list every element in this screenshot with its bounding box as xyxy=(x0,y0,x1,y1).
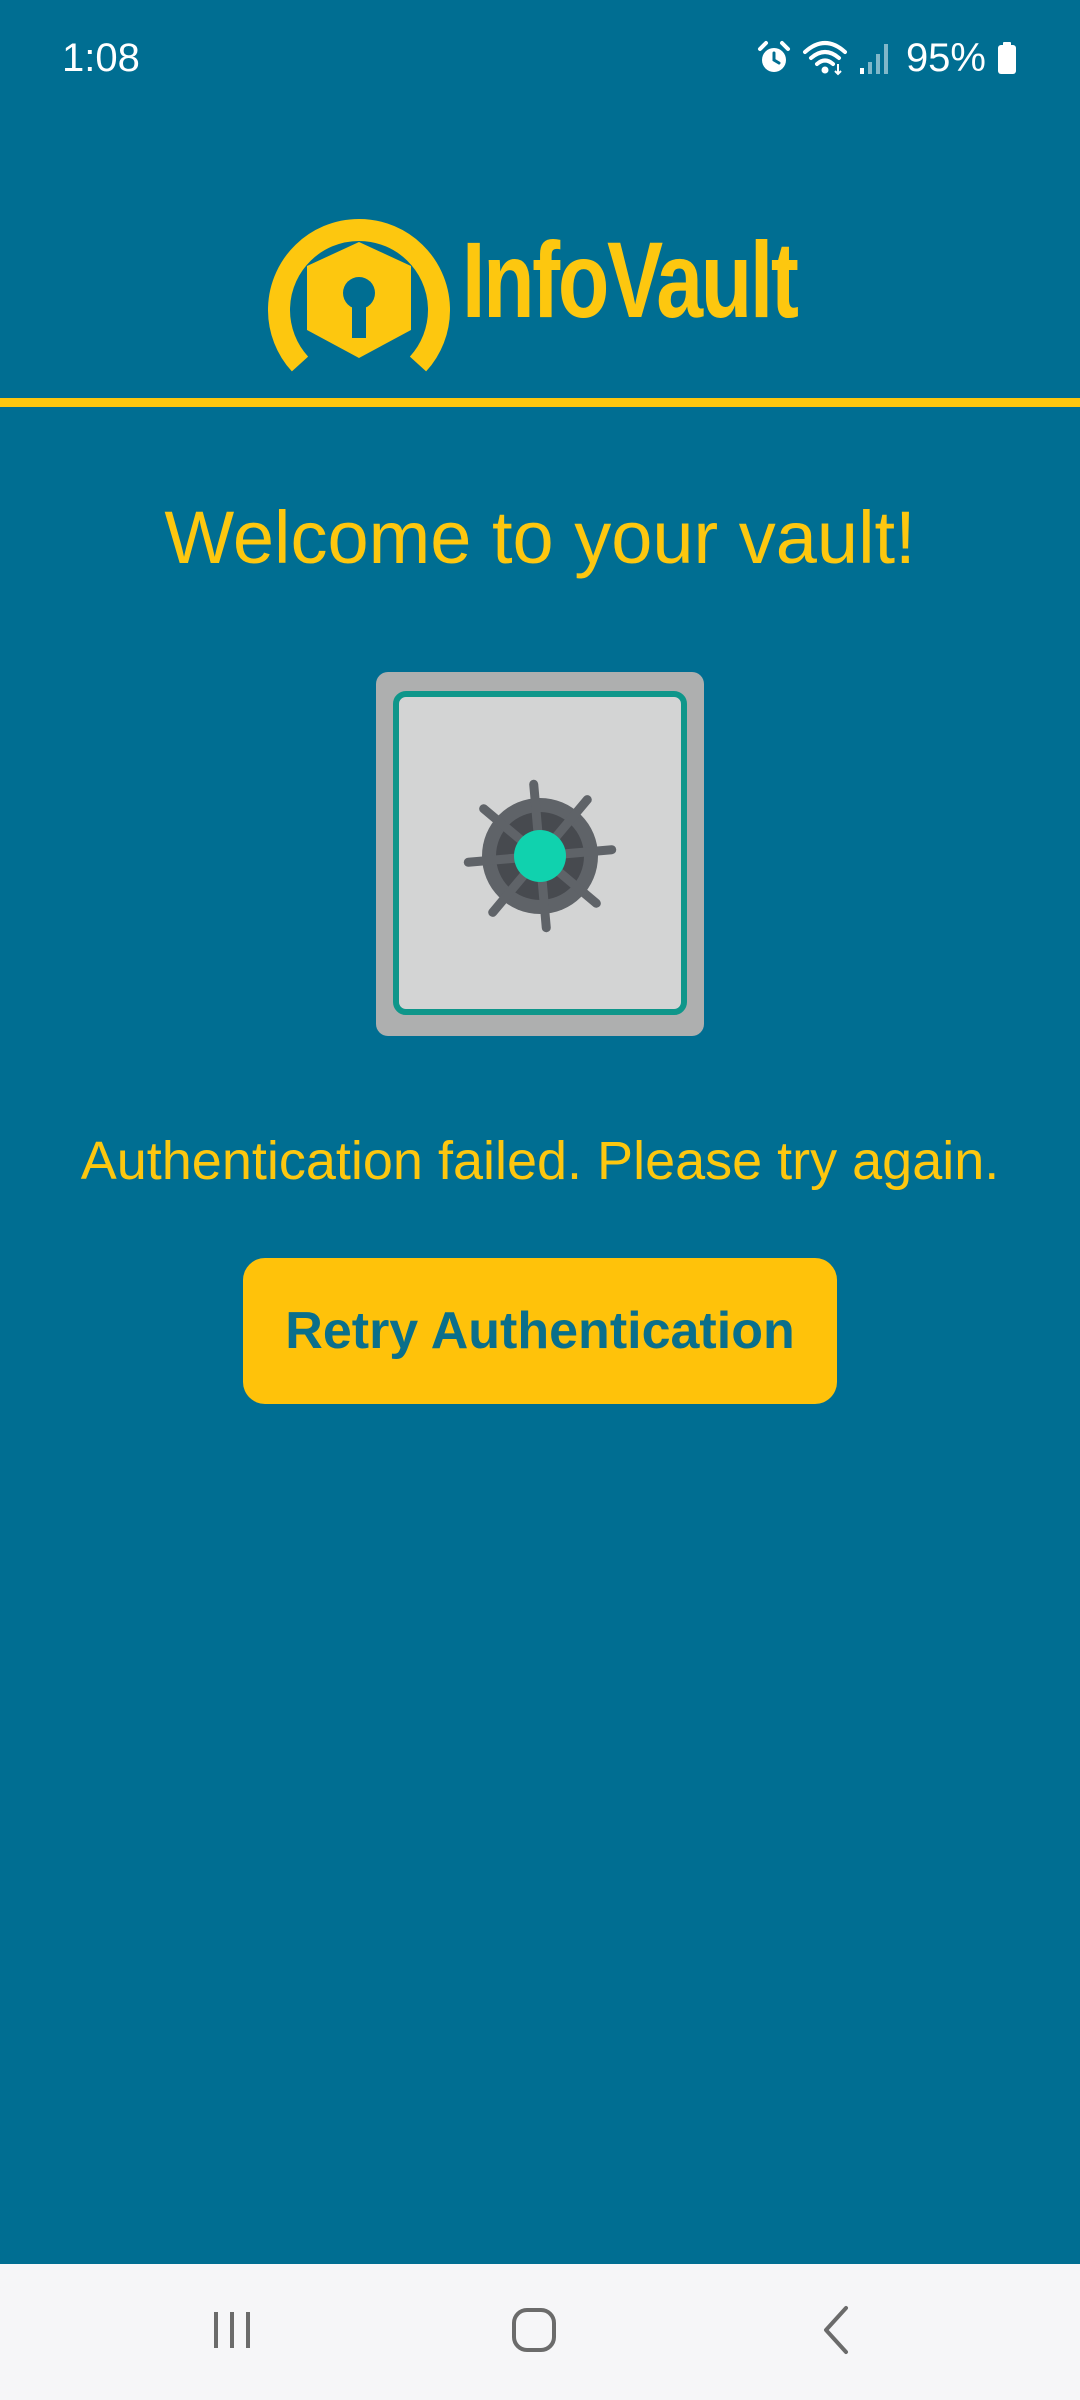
battery-percent: 95% xyxy=(905,36,986,80)
recents-button[interactable] xyxy=(172,2286,292,2378)
recents-icon xyxy=(208,2308,256,2357)
home-icon xyxy=(510,2306,558,2359)
home-button[interactable] xyxy=(474,2286,594,2378)
status-time: 1:08 xyxy=(62,36,140,80)
welcome-title: Welcome to your vault! xyxy=(164,496,916,579)
retry-authentication-button[interactable]: Retry Authentication xyxy=(243,1258,837,1404)
signal-icon xyxy=(858,40,890,76)
wifi-icon xyxy=(802,40,848,76)
app-header: InfoVault xyxy=(0,190,1080,380)
header-divider xyxy=(0,398,1080,407)
safe-vault-icon xyxy=(376,672,704,1041)
app-name: InfoVault xyxy=(462,219,799,340)
status-icons: 95% xyxy=(756,30,1018,86)
alarm-icon xyxy=(756,40,792,76)
vault-keyhole-logo-icon xyxy=(268,204,450,379)
auth-error-message: Authentication failed. Please try again. xyxy=(80,1131,1000,1191)
status-bar: 1:08 95% xyxy=(0,0,1080,120)
back-button[interactable] xyxy=(778,2286,898,2378)
battery-icon xyxy=(996,40,1018,76)
back-icon xyxy=(818,2304,858,2361)
system-nav-bar xyxy=(0,2264,1080,2400)
